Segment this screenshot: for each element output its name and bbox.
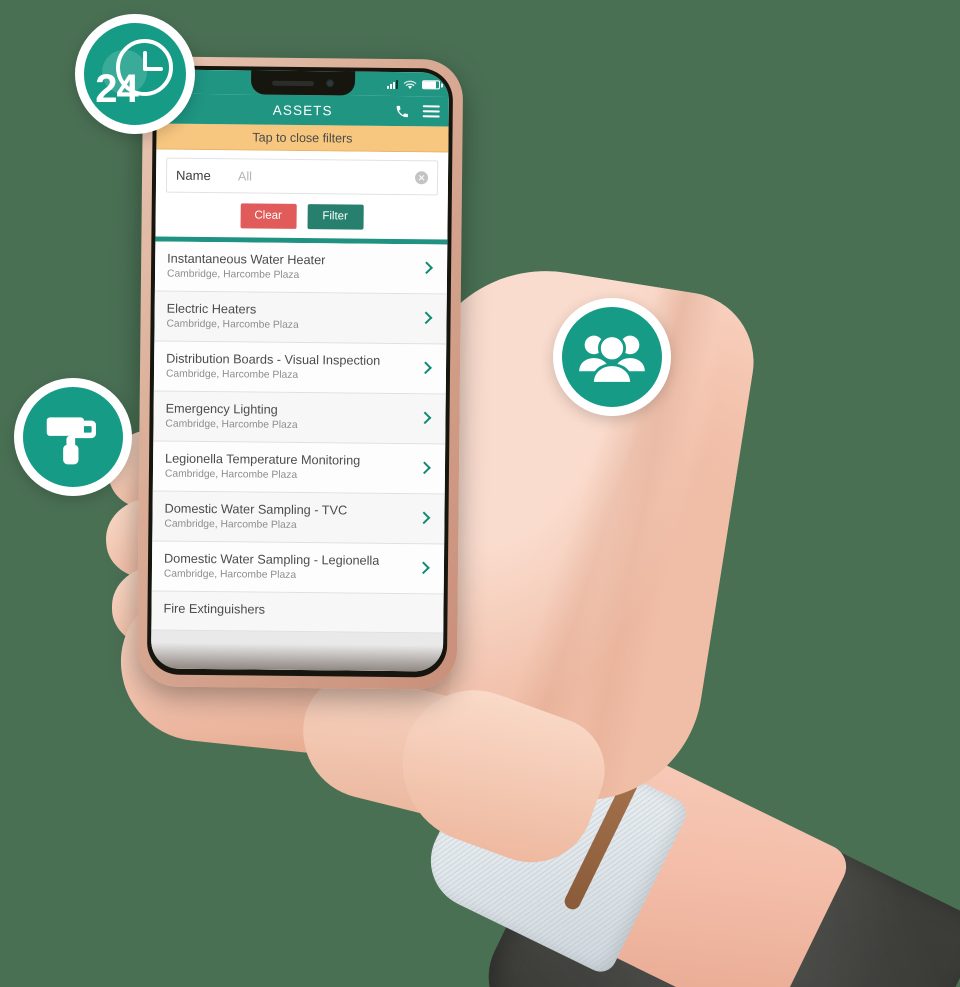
chevron-right-icon[interactable] bbox=[419, 311, 433, 325]
asset-location: Cambridge, Harcombe Plaza bbox=[163, 568, 297, 581]
earpiece-speaker bbox=[272, 80, 315, 86]
asset-location: Cambridge, Harcombe Plaza bbox=[164, 468, 298, 481]
asset-location: Cambridge, Harcombe Plaza bbox=[166, 268, 300, 281]
asset-text: Electric Heaters Cambridge, Harcombe Plaz… bbox=[166, 301, 298, 330]
asset-title: Emergency Lighting bbox=[165, 401, 278, 417]
clock-hands-icon bbox=[143, 50, 164, 71]
asset-title: Distribution Boards - Visual Inspection bbox=[166, 351, 381, 368]
asset-title: Domestic Water Sampling - TVC bbox=[164, 501, 348, 518]
asset-list-item[interactable]: Domestic Water Sampling - TVC Cambridge, … bbox=[152, 491, 445, 545]
name-filter-row[interactable]: Name All bbox=[165, 157, 439, 196]
name-filter-label: Name bbox=[175, 167, 211, 184]
asset-list-item[interactable]: Instantaneous Water Heater Cambridge, Har… bbox=[154, 241, 448, 295]
asset-title: Legionella Temperature Monitoring bbox=[165, 451, 361, 468]
name-filter-value[interactable]: All bbox=[238, 169, 415, 185]
asset-text: Domestic Water Sampling - Legionella Camb… bbox=[164, 551, 380, 581]
asset-list-item[interactable]: Distribution Boards - Visual Inspection C… bbox=[153, 341, 447, 395]
battery-icon bbox=[421, 79, 441, 89]
hamburger-menu-icon[interactable] bbox=[422, 105, 440, 118]
asset-text: Emergency Lighting Cambridge, Harcombe Pl… bbox=[165, 401, 297, 430]
chevron-right-icon[interactable] bbox=[418, 461, 431, 475]
front-camera bbox=[325, 79, 335, 88]
scene: 13:47 ASSETS bbox=[0, 0, 960, 987]
asset-text: Domestic Water Sampling - TVC Cambridge, … bbox=[164, 501, 347, 531]
asset-location: Cambridge, Harcombe Plaza bbox=[165, 368, 299, 381]
asset-title: Instantaneous Water Heater bbox=[167, 251, 326, 267]
filter-panel: Name All Clear Filter bbox=[155, 149, 449, 240]
phone-screen: 13:47 ASSETS bbox=[150, 69, 450, 672]
status-bar-icons bbox=[386, 78, 441, 90]
app-bar: ASSETS bbox=[156, 93, 449, 127]
asset-list-item[interactable]: Emergency Lighting Cambridge, Harcombe Pl… bbox=[153, 391, 446, 445]
wifi-icon bbox=[403, 80, 417, 89]
phone-notch bbox=[250, 70, 356, 96]
smartphone: 13:47 ASSETS bbox=[136, 56, 464, 690]
phone-bezel: 13:47 ASSETS bbox=[146, 65, 454, 678]
asset-list-item[interactable]: Domestic Water Sampling - Legionella Camb… bbox=[151, 541, 445, 595]
team-badge bbox=[553, 298, 671, 416]
people-group-icon bbox=[579, 334, 645, 385]
asset-location: Cambridge, Harcombe Plaza bbox=[164, 518, 297, 531]
filter-actions: Clear Filter bbox=[166, 203, 438, 230]
asset-location: Cambridge, Harcombe Plaza bbox=[166, 318, 299, 331]
asset-list-item[interactable]: Fire Extinguishers bbox=[151, 591, 444, 634]
filter-button[interactable]: Filter bbox=[307, 204, 364, 230]
signal-icon bbox=[386, 79, 399, 89]
asset-location: Cambridge, Harcombe Plaza bbox=[165, 418, 298, 431]
asset-title: Electric Heaters bbox=[166, 301, 257, 317]
asset-text: Instantaneous Water Heater Cambridge, Har… bbox=[167, 251, 326, 281]
chevron-right-icon[interactable] bbox=[419, 361, 432, 375]
filter-toggle-label: Tap to close filters bbox=[252, 129, 353, 146]
asset-list[interactable]: Instantaneous Water Heater Cambridge, Har… bbox=[150, 241, 448, 672]
asset-list-item[interactable]: Legionella Temperature Monitoring Cambrid… bbox=[152, 441, 446, 495]
asset-text: Distribution Boards - Visual Inspection C… bbox=[166, 351, 380, 381]
badge-number: 24 bbox=[95, 66, 138, 111]
clear-circle-icon[interactable] bbox=[414, 171, 429, 185]
app-bar-actions bbox=[395, 103, 440, 118]
asset-text: Legionella Temperature Monitoring Cambrid… bbox=[165, 451, 360, 481]
paint-roller-icon bbox=[46, 417, 96, 465]
chevron-right-icon[interactable] bbox=[420, 261, 433, 275]
paint-roller-badge bbox=[14, 378, 132, 496]
24-hour-clock-badge: 24 bbox=[75, 14, 195, 134]
clear-button[interactable]: Clear bbox=[240, 203, 297, 229]
chevron-right-icon[interactable] bbox=[417, 511, 431, 525]
filter-toggle-bar[interactable]: Tap to close filters bbox=[156, 123, 449, 153]
asset-text: Fire Extinguishers bbox=[163, 601, 265, 619]
asset-list-item[interactable]: Electric Heaters Cambridge, Harcombe Plaz… bbox=[154, 291, 447, 345]
phone-icon[interactable] bbox=[395, 103, 410, 118]
chevron-right-icon[interactable] bbox=[417, 561, 430, 575]
asset-title: Domestic Water Sampling - Legionella bbox=[163, 551, 380, 568]
asset-title: Fire Extinguishers bbox=[163, 601, 266, 617]
chevron-right-icon[interactable] bbox=[418, 411, 432, 425]
